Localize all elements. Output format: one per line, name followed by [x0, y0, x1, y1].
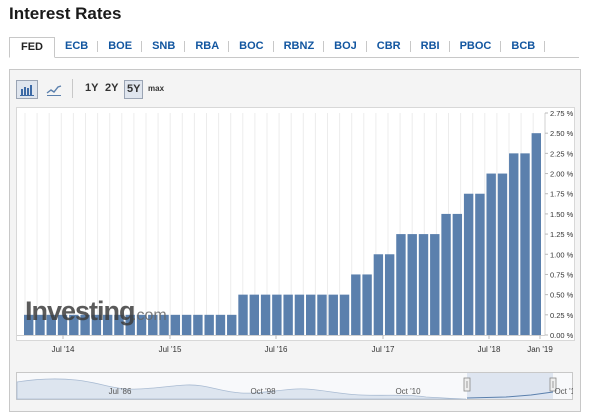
- bar[interactable]: [306, 294, 316, 335]
- bar[interactable]: [339, 294, 350, 335]
- bar[interactable]: [475, 193, 485, 335]
- navigator-selection[interactable]: [467, 373, 553, 399]
- range-max-button[interactable]: max: [148, 80, 164, 97]
- tab-cbr[interactable]: CBR: [367, 37, 411, 56]
- x-tick-label: Jul '18: [478, 345, 501, 354]
- bar-chart-icon[interactable]: [16, 80, 38, 99]
- x-tick-label: Jul '15: [159, 345, 182, 354]
- bar[interactable]: [486, 173, 496, 335]
- tab-pboc[interactable]: PBOC: [450, 37, 502, 56]
- bar[interactable]: [193, 314, 203, 335]
- bar[interactable]: [170, 314, 181, 335]
- chart-plot-area: 0.00 % 0.25 % 0.50 % 0.75 % 1.00 % 1.25 % 1.50…: [16, 107, 575, 354]
- tab-bcb[interactable]: BCB: [501, 37, 546, 56]
- tab-label: PBOC: [459, 40, 492, 52]
- bar[interactable]: [238, 294, 248, 335]
- bar[interactable]: [463, 193, 474, 335]
- bar[interactable]: [441, 213, 451, 335]
- tab-label: CBR: [376, 40, 401, 52]
- watermark-suffix: .com: [132, 307, 167, 324]
- y-tick-label: 2.25 %: [550, 149, 574, 158]
- tab-label: RBA: [195, 40, 220, 52]
- bar[interactable]: [430, 234, 440, 335]
- y-tick-label: 0.75 %: [550, 270, 574, 279]
- navigator-label: Oct '10: [395, 387, 421, 396]
- bar-chart: 0.00 % 0.25 % 0.50 % 0.75 % 1.00 % 1.25 % 1.50…: [17, 109, 574, 354]
- bar[interactable]: [384, 254, 395, 335]
- tab-boj[interactable]: BOJ: [324, 37, 367, 56]
- y-tick-label: 0.50 %: [550, 291, 574, 300]
- tab-label: RBNZ: [283, 40, 315, 52]
- bar[interactable]: [373, 254, 384, 335]
- tab-rbnz[interactable]: RBNZ: [274, 37, 325, 56]
- x-tick-label: Jul '16: [265, 345, 288, 354]
- bar[interactable]: [215, 314, 226, 335]
- bar[interactable]: [294, 294, 305, 335]
- range-1y-button[interactable]: 1Y: [85, 80, 98, 97]
- area-chart-icon[interactable]: [43, 80, 65, 99]
- navigator-label: Oct '98: [250, 387, 276, 396]
- bar[interactable]: [396, 234, 406, 335]
- tab-label: RBI: [420, 40, 440, 52]
- bar[interactable]: [283, 294, 293, 335]
- chart-toolbar: 1Y 2Y 5Y max: [10, 70, 580, 104]
- navigator-label: Jul '86: [109, 387, 132, 396]
- bar[interactable]: [509, 153, 519, 335]
- bar[interactable]: [351, 274, 361, 335]
- tab-label: ECB: [65, 40, 89, 52]
- range-5y-button[interactable]: 5Y: [124, 80, 144, 99]
- x-tick-label: Jul '14: [52, 345, 75, 354]
- page-title: Interest Rates: [9, 4, 122, 23]
- bar[interactable]: [181, 314, 192, 335]
- y-tick-label: 1.25 %: [550, 230, 574, 239]
- bar[interactable]: [227, 314, 237, 335]
- bar[interactable]: [328, 294, 338, 335]
- tab-label: BOC: [239, 40, 264, 52]
- chart-panel: 1Y 2Y 5Y max 0.00 % 0.25 % 0.50 % 0.75 % 1.0…: [9, 69, 581, 412]
- navigator-svg[interactable]: Jul '86 Oct '98 Oct '10 Oct '18: [16, 372, 573, 406]
- tab-boe[interactable]: BOE: [98, 37, 143, 56]
- central-bank-tabs: FED ECB BOE SNB RBA BOC RBNZ BOJ CBR RBI PBOC BCB: [9, 37, 579, 58]
- y-tick-label: 0.25 %: [550, 311, 574, 320]
- tab-label: FED: [21, 41, 43, 53]
- bar[interactable]: [260, 294, 271, 335]
- y-tick-label: 2.75 %: [550, 109, 574, 118]
- navigator-label: Oct '18: [554, 387, 573, 396]
- tab-label: BCB: [511, 40, 536, 52]
- bar[interactable]: [204, 314, 214, 335]
- toolbar-divider: [72, 79, 73, 98]
- bar[interactable]: [418, 234, 429, 335]
- bar[interactable]: [452, 213, 463, 335]
- bar[interactable]: [317, 294, 327, 335]
- bar[interactable]: [362, 274, 372, 335]
- y-tick-label: 0.00 %: [550, 331, 574, 340]
- y-tick-label: 1.00 %: [550, 250, 574, 259]
- x-tick-label: Jul '17: [372, 345, 395, 354]
- tab-rba[interactable]: RBA: [185, 37, 230, 56]
- tab-rbi[interactable]: RBI: [411, 37, 450, 56]
- tab-label: BOE: [108, 40, 133, 52]
- range-navigator[interactable]: Jul '86 Oct '98 Oct '10 Oct '18: [16, 372, 573, 406]
- bar[interactable]: [249, 294, 259, 335]
- bar[interactable]: [272, 294, 282, 335]
- tab-boc[interactable]: BOC: [229, 37, 274, 56]
- tab-fed[interactable]: FED: [9, 37, 55, 58]
- watermark-text: Investing: [25, 296, 135, 326]
- bar[interactable]: [497, 173, 508, 335]
- tab-snb[interactable]: SNB: [142, 37, 186, 56]
- tab-label: BOJ: [334, 40, 357, 52]
- bar[interactable]: [407, 234, 417, 335]
- tab-ecb[interactable]: ECB: [55, 37, 99, 56]
- y-tick-label: 2.50 %: [550, 129, 574, 138]
- bar[interactable]: [531, 133, 541, 335]
- range-2y-button[interactable]: 2Y: [105, 80, 118, 97]
- y-tick-label: 1.50 %: [550, 210, 574, 219]
- bar[interactable]: [520, 153, 530, 335]
- watermark-logo: Investing.com: [25, 296, 167, 326]
- x-tick-label: Jan '19: [527, 345, 553, 354]
- y-tick-label: 2.00 %: [550, 170, 574, 179]
- y-tick-label: 1.75 %: [550, 190, 574, 199]
- tab-label: SNB: [152, 40, 176, 52]
